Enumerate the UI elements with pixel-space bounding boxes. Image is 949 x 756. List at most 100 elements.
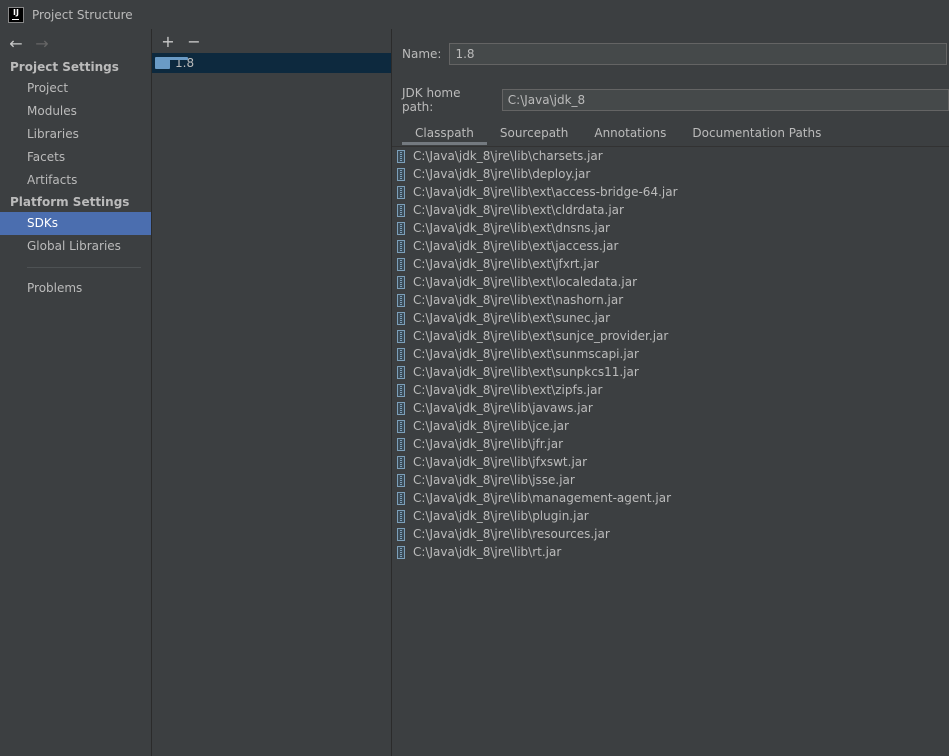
tab-sourcepath[interactable]: Sourcepath bbox=[487, 121, 582, 145]
sdk-toolbar: + − bbox=[152, 29, 391, 53]
classpath-entry: C:\Java\jdk_8\jre\lib\ext\zipfs.jar bbox=[413, 383, 603, 397]
folder-icon bbox=[155, 57, 188, 69]
jar-icon bbox=[397, 383, 405, 397]
classpath-entry: C:\Java\jdk_8\jre\lib\ext\nashorn.jar bbox=[413, 293, 624, 307]
classpath-entry: C:\Java\jdk_8\jre\lib\ext\jfxrt.jar bbox=[413, 257, 599, 271]
sidebar: ← → Project Settings Project Modules Lib… bbox=[0, 29, 152, 756]
list-item[interactable]: C:\Java\jdk_8\jre\lib\ext\sunec.jar bbox=[392, 309, 949, 327]
list-item[interactable]: C:\Java\jdk_8\jre\lib\ext\cldrdata.jar bbox=[392, 201, 949, 219]
list-item[interactable]: C:\Java\jdk_8\jre\lib\ext\zipfs.jar bbox=[392, 381, 949, 399]
classpath-entry: C:\Java\jdk_8\jre\lib\ext\localedata.jar bbox=[413, 275, 638, 289]
detail-tabs: Classpath Sourcepath Annotations Documen… bbox=[402, 121, 834, 145]
window-title: Project Structure bbox=[32, 7, 133, 22]
remove-sdk-button[interactable]: − bbox=[184, 31, 204, 51]
jar-icon bbox=[397, 365, 405, 379]
project-settings-header: Project Settings bbox=[10, 60, 119, 74]
list-item[interactable]: C:\Java\jdk_8\jre\lib\ext\sunmscapi.jar bbox=[392, 345, 949, 363]
jar-icon bbox=[397, 347, 405, 361]
list-item[interactable]: C:\Java\jdk_8\jre\lib\jce.jar bbox=[392, 417, 949, 435]
jdk-home-row: JDK home path: C:\Java\jdk_8 bbox=[402, 86, 949, 114]
jar-icon bbox=[397, 149, 405, 163]
jar-icon bbox=[397, 491, 405, 505]
list-item[interactable]: C:\Java\jdk_8\jre\lib\ext\sunpkcs11.jar bbox=[392, 363, 949, 381]
classpath-entry: C:\Java\jdk_8\jre\lib\deploy.jar bbox=[413, 167, 591, 181]
sidebar-item-sdks[interactable]: SDKs bbox=[0, 212, 151, 235]
list-item[interactable]: C:\Java\jdk_8\jre\lib\ext\jfxrt.jar bbox=[392, 255, 949, 273]
classpath-entry: C:\Java\jdk_8\jre\lib\jfxswt.jar bbox=[413, 455, 588, 469]
classpath-list: C:\Java\jdk_8\jre\lib\charsets.jar C:\Ja… bbox=[392, 147, 949, 756]
jdk-home-label: JDK home path: bbox=[402, 86, 461, 114]
list-item[interactable]: C:\Java\jdk_8\jre\lib\ext\sunjce_provide… bbox=[392, 327, 949, 345]
jar-icon bbox=[397, 401, 405, 415]
sdk-item[interactable]: 1.8 bbox=[152, 53, 391, 73]
list-item[interactable]: C:\Java\jdk_8\jre\lib\javaws.jar bbox=[392, 399, 949, 417]
list-item[interactable]: C:\Java\jdk_8\jre\lib\jfr.jar bbox=[392, 435, 949, 453]
classpath-entry: C:\Java\jdk_8\jre\lib\ext\sunjce_provide… bbox=[413, 329, 669, 343]
list-item[interactable]: C:\Java\jdk_8\jre\lib\ext\nashorn.jar bbox=[392, 291, 949, 309]
sdk-list-panel: + − 1.8 bbox=[152, 29, 392, 756]
classpath-entry: C:\Java\jdk_8\jre\lib\ext\jaccess.jar bbox=[413, 239, 619, 253]
sidebar-divider bbox=[27, 267, 141, 268]
classpath-entry: C:\Java\jdk_8\jre\lib\plugin.jar bbox=[413, 509, 589, 523]
classpath-entry: C:\Java\jdk_8\jre\lib\javaws.jar bbox=[413, 401, 593, 415]
platform-settings-header: Platform Settings bbox=[10, 195, 130, 209]
classpath-entry: C:\Java\jdk_8\jre\lib\ext\dnsns.jar bbox=[413, 221, 610, 235]
sdk-detail-panel: Name: 1.8 JDK home path: C:\Java\jdk_8 C… bbox=[392, 29, 949, 756]
list-item[interactable]: C:\Java\jdk_8\jre\lib\rt.jar bbox=[392, 543, 949, 561]
jar-icon bbox=[397, 473, 405, 487]
add-sdk-button[interactable]: + bbox=[158, 31, 178, 51]
list-item[interactable]: C:\Java\jdk_8\jre\lib\ext\dnsns.jar bbox=[392, 219, 949, 237]
jar-icon bbox=[397, 293, 405, 307]
list-item[interactable]: C:\Java\jdk_8\jre\lib\deploy.jar bbox=[392, 165, 949, 183]
classpath-entry: C:\Java\jdk_8\jre\lib\ext\sunpkcs11.jar bbox=[413, 365, 639, 379]
sidebar-item-modules[interactable]: Modules bbox=[0, 100, 151, 123]
jar-icon bbox=[397, 437, 405, 451]
forward-arrow-icon[interactable]: → bbox=[32, 33, 52, 53]
jar-icon bbox=[397, 203, 405, 217]
jar-icon bbox=[397, 311, 405, 325]
classpath-entry: C:\Java\jdk_8\jre\lib\management-agent.j… bbox=[413, 491, 672, 505]
classpath-entry: C:\Java\jdk_8\jre\lib\ext\access-bridge-… bbox=[413, 185, 678, 199]
list-item[interactable]: C:\Java\jdk_8\jre\lib\ext\jaccess.jar bbox=[392, 237, 949, 255]
jar-icon bbox=[397, 527, 405, 541]
list-item[interactable]: C:\Java\jdk_8\jre\lib\jfxswt.jar bbox=[392, 453, 949, 471]
classpath-entry: C:\Java\jdk_8\jre\lib\rt.jar bbox=[413, 545, 562, 559]
list-item[interactable]: C:\Java\jdk_8\jre\lib\jsse.jar bbox=[392, 471, 949, 489]
jar-icon bbox=[397, 509, 405, 523]
list-item[interactable]: C:\Java\jdk_8\jre\lib\charsets.jar bbox=[392, 147, 949, 165]
list-item[interactable]: C:\Java\jdk_8\jre\lib\management-agent.j… bbox=[392, 489, 949, 507]
classpath-entry: C:\Java\jdk_8\jre\lib\ext\cldrdata.jar bbox=[413, 203, 624, 217]
jdk-home-field[interactable]: C:\Java\jdk_8 bbox=[501, 89, 949, 111]
list-item[interactable]: C:\Java\jdk_8\jre\lib\ext\access-bridge-… bbox=[392, 183, 949, 201]
name-label: Name: bbox=[402, 47, 442, 61]
jar-icon bbox=[397, 185, 405, 199]
jar-icon bbox=[397, 329, 405, 343]
sidebar-item-artifacts[interactable]: Artifacts bbox=[0, 169, 151, 192]
tab-classpath[interactable]: Classpath bbox=[402, 121, 487, 145]
classpath-entry: C:\Java\jdk_8\jre\lib\jsse.jar bbox=[413, 473, 575, 487]
jar-icon bbox=[397, 419, 405, 433]
sidebar-item-problems[interactable]: Problems bbox=[0, 277, 151, 300]
sidebar-item-facets[interactable]: Facets bbox=[0, 146, 151, 169]
sidebar-item-libraries[interactable]: Libraries bbox=[0, 123, 151, 146]
classpath-entry: C:\Java\jdk_8\jre\lib\resources.jar bbox=[413, 527, 610, 541]
name-field[interactable]: 1.8 bbox=[449, 43, 948, 65]
jar-icon bbox=[397, 167, 405, 181]
sidebar-item-global-libraries[interactable]: Global Libraries bbox=[0, 235, 151, 258]
back-arrow-icon[interactable]: ← bbox=[6, 33, 26, 53]
classpath-entry: C:\Java\jdk_8\jre\lib\jfr.jar bbox=[413, 437, 564, 451]
jar-icon bbox=[397, 275, 405, 289]
list-item[interactable]: C:\Java\jdk_8\jre\lib\ext\localedata.jar bbox=[392, 273, 949, 291]
list-item[interactable]: C:\Java\jdk_8\jre\lib\plugin.jar bbox=[392, 507, 949, 525]
classpath-entry: C:\Java\jdk_8\jre\lib\ext\sunec.jar bbox=[413, 311, 611, 325]
name-row: Name: 1.8 bbox=[402, 43, 948, 65]
classpath-entry: C:\Java\jdk_8\jre\lib\ext\sunmscapi.jar bbox=[413, 347, 639, 361]
list-item[interactable]: C:\Java\jdk_8\jre\lib\resources.jar bbox=[392, 525, 949, 543]
jar-icon bbox=[397, 239, 405, 253]
sidebar-item-project[interactable]: Project bbox=[0, 77, 151, 100]
jar-icon bbox=[397, 257, 405, 271]
tab-documentation-paths[interactable]: Documentation Paths bbox=[679, 121, 834, 145]
tab-annotations[interactable]: Annotations bbox=[581, 121, 679, 145]
jar-icon bbox=[397, 545, 405, 559]
jar-icon bbox=[397, 455, 405, 469]
